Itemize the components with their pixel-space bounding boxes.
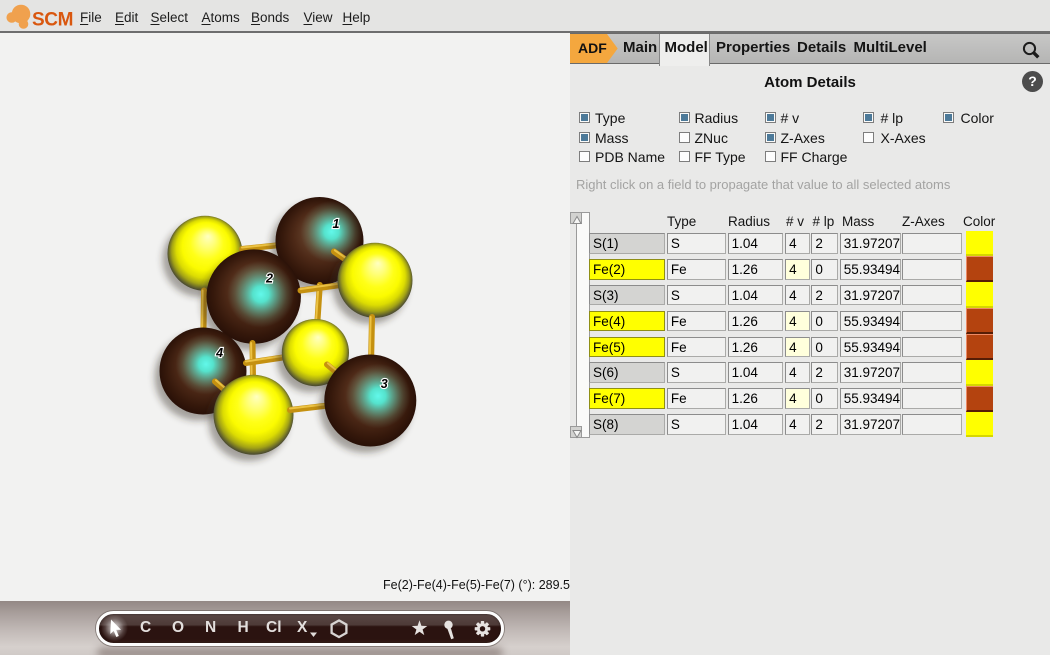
svg-text:4: 4: [215, 346, 223, 360]
svg-text:SCM: SCM: [32, 10, 73, 31]
svg-text:3: 3: [381, 377, 388, 391]
svg-text:1: 1: [333, 217, 340, 231]
svg-text:2: 2: [265, 272, 273, 286]
